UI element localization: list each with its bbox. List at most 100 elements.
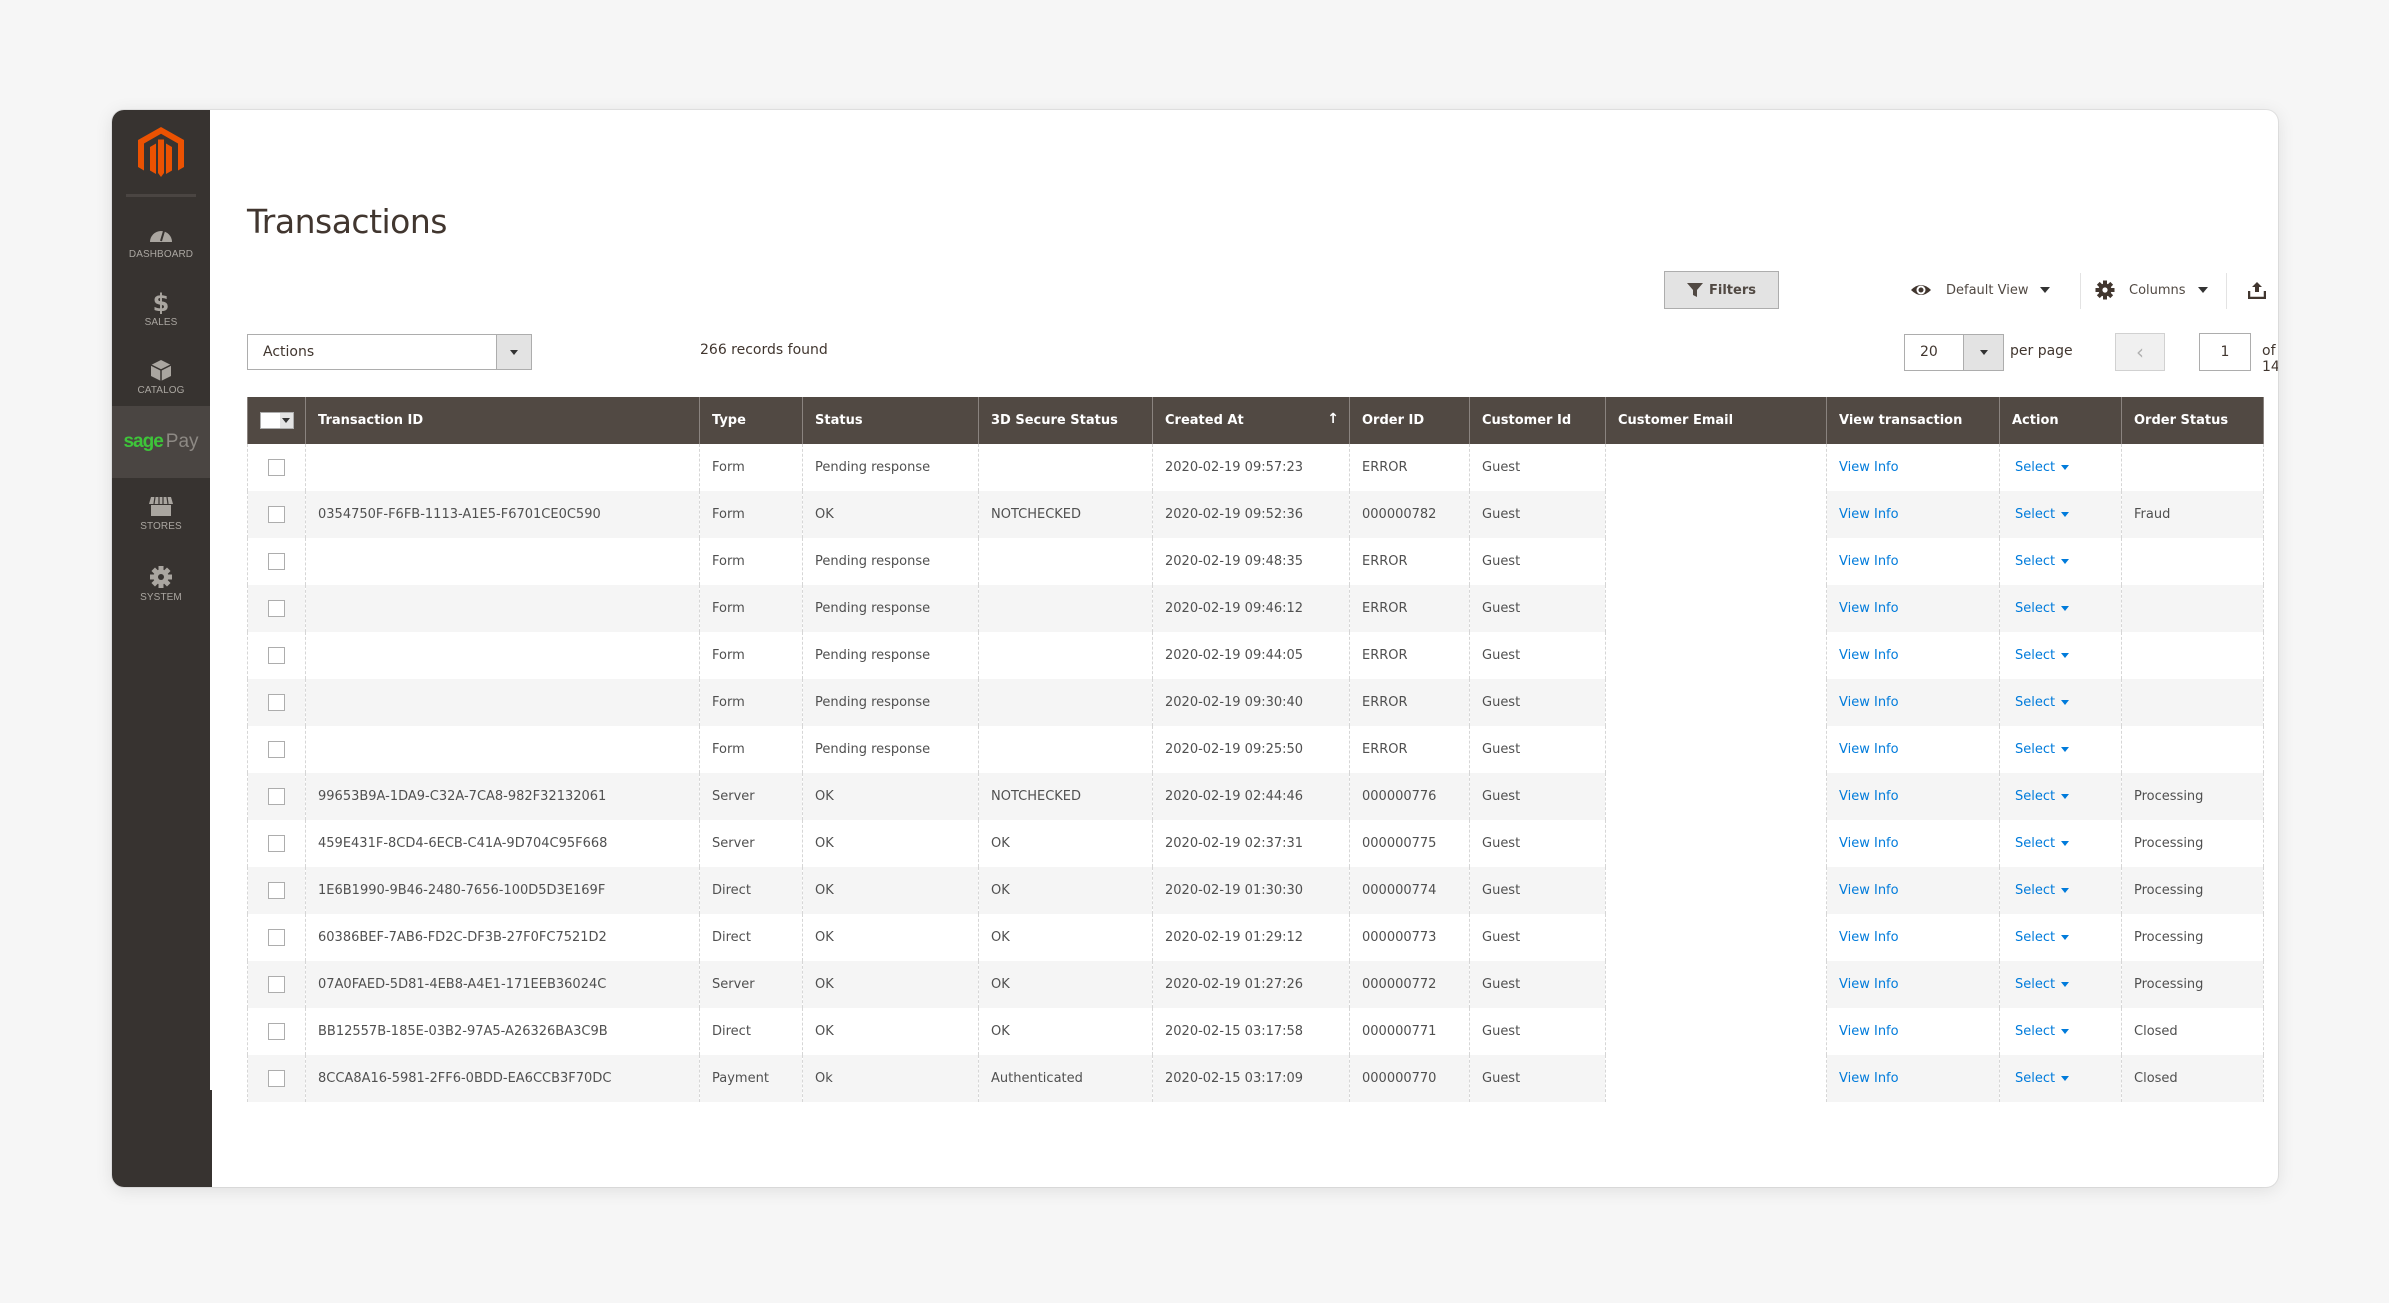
row-checkbox[interactable] [268, 600, 285, 617]
filters-button[interactable]: Filters [1664, 271, 1779, 309]
row-checkbox[interactable] [268, 929, 285, 946]
row-checkbox[interactable] [268, 1023, 285, 1040]
row-action-select[interactable]: Select [2015, 836, 2070, 851]
cell-status: OK [802, 1008, 979, 1055]
cell-order-id: ERROR [1349, 726, 1470, 773]
sidebar-item-dashboard[interactable]: DASHBOARD [112, 222, 210, 260]
column-header-customer-email[interactable]: Customer Email [1605, 397, 1827, 444]
row-checkbox[interactable] [268, 553, 285, 570]
cell-order-id: ERROR [1349, 538, 1470, 585]
view-info-link[interactable]: View Info [1839, 977, 1899, 992]
column-header-order-status[interactable]: Order Status [2121, 397, 2264, 444]
sidebar-item-sagepay[interactable]: sage Pay [112, 406, 210, 478]
row-checkbox[interactable] [268, 459, 285, 476]
column-header-created-at[interactable]: Created At ↑ [1152, 397, 1350, 444]
store-icon [149, 496, 173, 516]
column-header-type[interactable]: Type [699, 397, 803, 444]
default-view-dropdown[interactable]: Default View [1910, 275, 2051, 305]
cell-customer-email [1605, 914, 1827, 961]
sidebar-item-label: DASHBOARD [128, 249, 194, 260]
view-info-link[interactable]: View Info [1839, 930, 1899, 945]
row-checkbox[interactable] [268, 694, 285, 711]
cell-3d-secure-status [978, 444, 1153, 491]
cell-created-at: 2020-02-19 02:37:31 [1152, 820, 1350, 867]
row-action-select[interactable]: Select [2015, 742, 2070, 757]
cell-status: OK [802, 867, 979, 914]
row-action-label: Select [2015, 601, 2056, 616]
cell-transaction-id: 8CCA8A16-5981-2FF6-0BDD-EA6CCB3F70DC [305, 1055, 700, 1102]
view-info-link[interactable]: View Info [1839, 883, 1899, 898]
chevron-down-icon [282, 418, 291, 423]
cell-customer-email [1605, 444, 1827, 491]
sidebar-item-system[interactable]: SYSTEM [112, 565, 210, 603]
row-action-select[interactable]: Select [2015, 460, 2070, 475]
column-header-view-transaction[interactable]: View transaction [1826, 397, 2000, 444]
cell-customer-email [1605, 820, 1827, 867]
cell-action: Select [1999, 1008, 2122, 1055]
view-info-link[interactable]: View Info [1839, 554, 1899, 569]
column-header-customer-id[interactable]: Customer Id [1469, 397, 1606, 444]
row-checkbox[interactable] [268, 1070, 285, 1087]
sidebar-item-catalog[interactable]: CATALOG [112, 358, 210, 396]
row-action-select[interactable]: Select [2015, 648, 2070, 663]
cell-view-transaction: View Info [1826, 773, 2000, 820]
sidebar-item-stores[interactable]: STORES [112, 494, 210, 532]
per-page-select[interactable]: 20 [1904, 334, 2004, 371]
row-checkbox[interactable] [268, 882, 285, 899]
view-info-link[interactable]: View Info [1839, 507, 1899, 522]
row-action-select[interactable]: Select [2015, 1024, 2070, 1039]
export-dropdown[interactable]: Export [2248, 275, 2278, 305]
view-info-link[interactable]: View Info [1839, 1024, 1899, 1039]
column-header-3d-secure-status[interactable]: 3D Secure Status [978, 397, 1153, 444]
cell-status: OK [802, 914, 979, 961]
select-arrow [1963, 335, 2003, 370]
row-checkbox[interactable] [268, 741, 285, 758]
view-info-link[interactable]: View Info [1839, 460, 1899, 475]
row-action-select[interactable]: Select [2015, 695, 2070, 710]
column-header-action[interactable]: Action [1999, 397, 2122, 444]
cell-select [247, 444, 306, 491]
row-action-select[interactable]: Select [2015, 789, 2070, 804]
chevron-down-icon [2061, 888, 2070, 893]
magento-logo[interactable] [138, 127, 184, 177]
mass-actions-select[interactable]: Actions [247, 334, 532, 370]
sidebar-item-sales[interactable]: $ SALES [112, 290, 210, 328]
page-number-input[interactable] [2199, 333, 2251, 371]
export-icon [2248, 282, 2266, 299]
cell-type: Form [699, 491, 803, 538]
view-info-link[interactable]: View Info [1839, 601, 1899, 616]
view-info-link[interactable]: View Info [1839, 1071, 1899, 1086]
row-action-select[interactable]: Select [2015, 930, 2070, 945]
view-info-link[interactable]: View Info [1839, 836, 1899, 851]
cell-customer-id: Guest [1469, 538, 1606, 585]
cell-transaction-id: 60386BEF-7AB6-FD2C-DF3B-27F0FC7521D2 [305, 914, 700, 961]
row-action-select[interactable]: Select [2015, 507, 2070, 522]
row-checkbox[interactable] [268, 506, 285, 523]
cell-3d-secure-status: Authenticated [978, 1055, 1153, 1102]
row-action-select[interactable]: Select [2015, 1071, 2070, 1086]
row-checkbox[interactable] [268, 976, 285, 993]
column-header-order-id[interactable]: Order ID [1349, 397, 1470, 444]
row-action-select[interactable]: Select [2015, 883, 2070, 898]
cell-created-at: 2020-02-19 01:27:26 [1152, 961, 1350, 1008]
row-action-label: Select [2015, 648, 2056, 663]
column-header-transaction-id[interactable]: Transaction ID [305, 397, 700, 444]
cell-action: Select [1999, 538, 2122, 585]
row-checkbox[interactable] [268, 647, 285, 664]
row-action-select[interactable]: Select [2015, 554, 2070, 569]
column-header-status[interactable]: Status [802, 397, 979, 444]
columns-dropdown[interactable]: Columns [2095, 275, 2208, 305]
view-info-link[interactable]: View Info [1839, 789, 1899, 804]
cell-type: Form [699, 726, 803, 773]
view-info-link[interactable]: View Info [1839, 742, 1899, 757]
row-checkbox[interactable] [268, 835, 285, 852]
columns-label: Columns [2129, 282, 2186, 298]
row-action-select[interactable]: Select [2015, 601, 2070, 616]
mass-select-checkbox[interactable] [259, 412, 294, 429]
cell-transaction-id: 99653B9A-1DA9-C32A-7CA8-982F32132061 [305, 773, 700, 820]
row-action-select[interactable]: Select [2015, 977, 2070, 992]
previous-page-button[interactable]: ‹ [2115, 333, 2165, 371]
view-info-link[interactable]: View Info [1839, 695, 1899, 710]
row-checkbox[interactable] [268, 788, 285, 805]
view-info-link[interactable]: View Info [1839, 648, 1899, 663]
